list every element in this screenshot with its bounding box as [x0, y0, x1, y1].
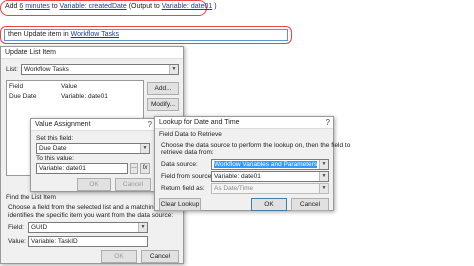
- table-row[interactable]: Due Date Variable: date01: [7, 91, 144, 101]
- set-field-label: Set this field:: [36, 135, 74, 142]
- chevron-down-icon: ▼: [319, 160, 328, 169]
- find-value-value: Variable: TaskID: [31, 238, 78, 245]
- return-as-select[interactable]: As Date/Time ▼: [211, 183, 329, 194]
- row-value-cell: Variable: date01: [61, 92, 108, 100]
- step1-variable-link[interactable]: Variable: createdDate: [60, 3, 127, 10]
- clear-lookup-button[interactable]: Clear Lookup: [159, 198, 201, 211]
- find-field-value: GUID: [31, 224, 48, 231]
- step2-selection[interactable]: then Update item in Workflow Tasks: [4, 29, 288, 41]
- data-source-select[interactable]: Workflow Variables and Parameters ▼: [211, 159, 329, 170]
- row-field-cell: Due Date: [9, 92, 37, 100]
- list-label: List:: [6, 66, 18, 73]
- field-from-source-value: Variable: date01: [214, 173, 261, 180]
- step1-unit-link[interactable]: minutes: [25, 3, 50, 10]
- update-list-item-title: Update List Item: [5, 49, 56, 56]
- set-field-select[interactable]: Due Date ▼: [36, 143, 150, 154]
- value-assignment-dialog: Value Assignment ? Set this field: Due D…: [30, 118, 156, 192]
- value-assignment-title: Value Assignment: [35, 121, 91, 128]
- find-value-field[interactable]: Variable: TaskID: [28, 236, 148, 247]
- value-assignment-titlebar[interactable]: Value Assignment ?: [31, 119, 155, 131]
- step1-prefix: Add: [5, 3, 18, 10]
- table-header: Field Value: [7, 81, 144, 92]
- find-desc-line2: identifies the specific item you want fr…: [8, 212, 174, 219]
- return-as-label: Return field as:: [161, 185, 205, 192]
- return-as-value: As Date/Time: [214, 185, 254, 192]
- data-source-value: Workflow Variables and Parameters: [214, 161, 318, 168]
- lookup-dialog: Lookup for Date and Time ? Field Data to…: [154, 116, 350, 211]
- chevron-down-icon: ▼: [319, 184, 328, 193]
- step1-output-suffix: ): [214, 3, 217, 10]
- lookup-titlebar[interactable]: Lookup for Date and Time ?: [155, 117, 333, 129]
- to-value-value: Variable: date01: [39, 165, 86, 172]
- workflow-step-update-item: then Update item in Workflow Tasks: [0, 26, 292, 44]
- value-label: Value:: [8, 238, 26, 245]
- lookup-section-label: Field Data to Retrieve: [159, 131, 222, 138]
- find-field-select[interactable]: GUID ▼: [28, 222, 148, 233]
- step1-to: to: [51, 3, 58, 10]
- step1-output-prefix: (Output to: [128, 3, 160, 10]
- field-from-source-label: Field from source:: [161, 173, 214, 180]
- data-source-label: Data source:: [161, 161, 198, 168]
- close-icon[interactable]: ?: [148, 120, 152, 129]
- to-value-label: To this value:: [36, 155, 74, 162]
- lookup-desc-line1: Choose the data source to perform the lo…: [161, 142, 351, 149]
- add-button[interactable]: Add...: [147, 82, 179, 95]
- value-ok-button[interactable]: OK: [77, 178, 111, 191]
- chevron-down-icon: ▼: [138, 223, 147, 232]
- step2-prefix: then Update item in: [8, 31, 69, 38]
- close-icon[interactable]: ?: [326, 118, 330, 127]
- update-list-item-titlebar[interactable]: Update List Item: [1, 47, 183, 59]
- workflow-step-add-time: Add 6 minutes to Variable: createdDate (…: [0, 0, 217, 16]
- list-value: Workflow Tasks: [24, 66, 69, 73]
- chevron-down-icon: ▼: [169, 65, 178, 74]
- fx-icon[interactable]: fx: [140, 163, 150, 174]
- step2-list-link[interactable]: Workflow Tasks: [71, 31, 119, 38]
- step1-output-var-link[interactable]: Variable: date01: [162, 3, 212, 10]
- find-item-label: Find the List Item: [6, 194, 56, 201]
- set-field-value: Due Date: [39, 145, 67, 152]
- lookup-ok-button[interactable]: OK: [251, 198, 287, 211]
- chevron-down-icon: ▼: [319, 172, 328, 181]
- lookup-desc-line2: retrieve data from:: [161, 149, 214, 156]
- lookup-title: Lookup for Date and Time: [159, 119, 240, 126]
- ellipsis-icon[interactable]: …: [130, 163, 138, 174]
- field-from-source-select[interactable]: Variable: date01 ▼: [211, 171, 329, 182]
- modify-button[interactable]: Modify...: [147, 98, 179, 111]
- lookup-cancel-button[interactable]: Cancel: [291, 198, 329, 211]
- step1-amount-link[interactable]: 6: [19, 3, 23, 10]
- col-field-header: Field: [9, 82, 24, 90]
- field-label: Field:: [8, 224, 24, 231]
- value-cancel-button[interactable]: Cancel: [115, 178, 151, 191]
- chevron-down-icon: ▼: [140, 144, 149, 153]
- list-select[interactable]: Workflow Tasks ▼: [21, 64, 179, 75]
- update-ok-button[interactable]: OK: [101, 250, 137, 263]
- to-value-field[interactable]: Variable: date01: [36, 163, 128, 174]
- col-value-header: Value: [61, 82, 78, 90]
- update-cancel-button[interactable]: Cancel: [141, 250, 179, 263]
